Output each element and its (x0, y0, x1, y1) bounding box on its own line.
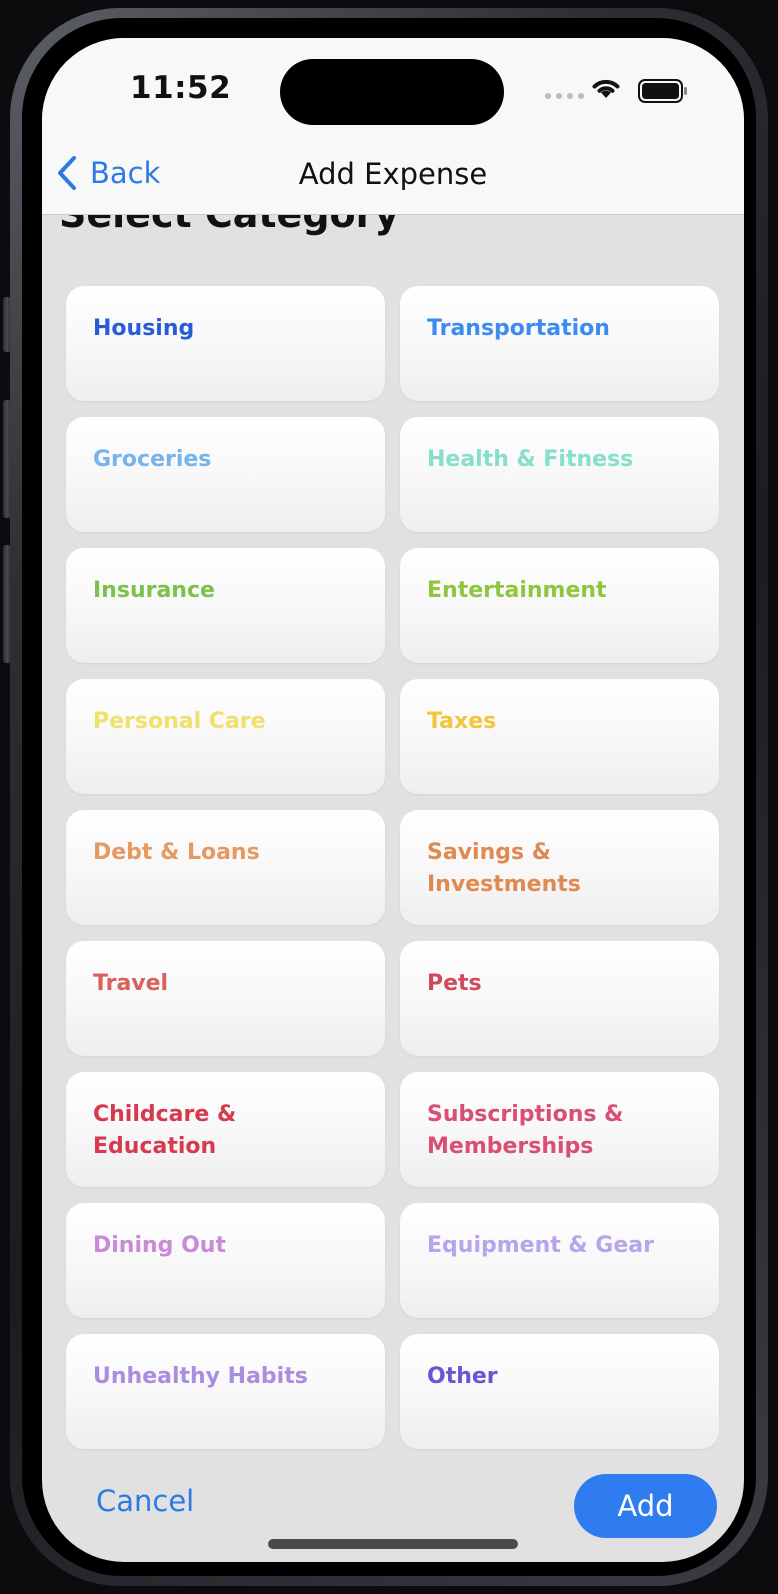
wifi-icon (592, 79, 620, 98)
category-card[interactable]: Savings & Investments (400, 810, 719, 925)
category-label: Debt & Loans (93, 840, 260, 865)
dynamic-island (280, 59, 504, 125)
category-card[interactable]: Groceries (66, 417, 385, 532)
status-time: 11:52 (130, 70, 232, 106)
category-label: Dining Out (93, 1233, 226, 1258)
category-card[interactable]: Other (400, 1334, 719, 1449)
category-card[interactable]: Travel (66, 941, 385, 1056)
navigation-bar: 11:52 Back Add Expense (42, 38, 744, 215)
category-label: Unhealthy Habits (93, 1364, 308, 1389)
category-label: Groceries (93, 447, 212, 472)
category-label: Childcare & Education (93, 1102, 237, 1159)
category-label: Subscriptions & Memberships (427, 1102, 624, 1159)
page-title: Add Expense (298, 157, 488, 191)
home-indicator (268, 1539, 518, 1549)
category-card[interactable]: Taxes (400, 679, 719, 794)
category-label: Savings & Investments (427, 840, 581, 897)
category-card[interactable]: Personal Care (66, 679, 385, 794)
category-label: Other (427, 1364, 498, 1389)
category-label: Pets (427, 971, 482, 996)
category-label: Travel (93, 971, 169, 996)
category-card[interactable]: Equipment & Gear (400, 1203, 719, 1318)
category-card[interactable]: Health & Fitness (400, 417, 719, 532)
cancel-button[interactable]: Cancel (96, 1484, 194, 1518)
battery-icon (638, 79, 687, 103)
category-card[interactable]: Pets (400, 941, 719, 1056)
category-label: Entertainment (427, 578, 607, 603)
category-card[interactable]: Debt & Loans (66, 810, 385, 925)
category-label: Health & Fitness (427, 447, 634, 472)
cellular-signal-icon (545, 93, 584, 99)
category-card[interactable]: Insurance (66, 548, 385, 663)
category-card[interactable]: Unhealthy Habits (66, 1334, 385, 1449)
category-label: Equipment & Gear (427, 1233, 654, 1258)
add-button[interactable]: Add (574, 1474, 717, 1538)
category-card[interactable]: Entertainment (400, 548, 719, 663)
category-card[interactable]: Transportation (400, 286, 719, 401)
category-label: Personal Care (93, 709, 266, 734)
category-card[interactable]: Subscriptions & Memberships (400, 1072, 719, 1187)
category-card[interactable]: Housing (66, 286, 385, 401)
category-label: Housing (93, 316, 195, 341)
category-label: Insurance (93, 578, 215, 603)
category-label: Taxes (427, 709, 497, 734)
category-card[interactable]: Childcare & Education (66, 1072, 385, 1187)
category-label: Transportation (427, 316, 610, 341)
category-card[interactable]: Dining Out (66, 1203, 385, 1318)
phone-screen: 11:52 Back Add Expense Select Category H… (42, 38, 744, 1562)
